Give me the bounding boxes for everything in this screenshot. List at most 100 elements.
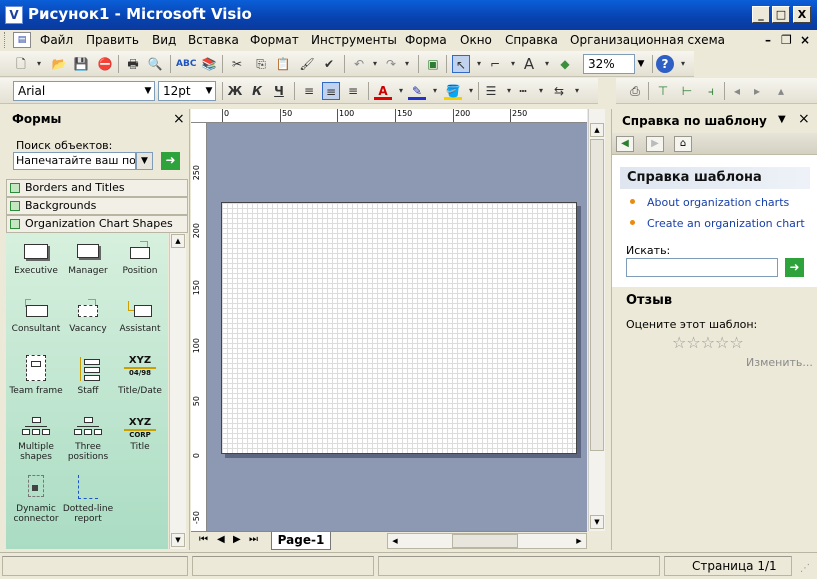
connector-tool-icon[interactable]: ⌐ <box>486 55 504 73</box>
zoom-select[interactable]: 32% <box>583 54 635 74</box>
menu-help[interactable]: Справка <box>505 33 558 47</box>
copy-icon[interactable]: ⎘ <box>252 55 270 73</box>
shapes-pane-close-icon[interactable]: × <box>173 111 185 127</box>
italic-button[interactable]: К <box>248 82 266 100</box>
maximize-button[interactable]: □ <box>772 6 790 23</box>
shape-dotted-line-report[interactable]: Dotted-line report <box>61 473 115 524</box>
menu-window[interactable]: Окно <box>460 33 492 47</box>
line-color-icon[interactable]: ✎ <box>408 82 426 100</box>
shape-executive[interactable]: Executive <box>9 241 63 276</box>
change-rating-link[interactable]: Изменить... <box>746 356 813 369</box>
vertical-layout-icon[interactable]: ⊢ <box>678 82 696 100</box>
spelling-icon[interactable]: ABC <box>176 55 196 73</box>
doc-restore-button[interactable]: ❐ <box>781 33 792 47</box>
shapes-scrollbar[interactable]: ▲ ▼ <box>169 233 186 549</box>
move-left-icon[interactable]: ◂ <box>728 82 746 100</box>
line-weight-icon[interactable]: ☰ <box>482 82 500 100</box>
menu-tools[interactable]: Инструменты <box>311 33 397 47</box>
shape-three-positions[interactable]: Three positions <box>61 417 115 462</box>
horizontal-layout-icon[interactable]: ⊤ <box>654 82 672 100</box>
shapes-window-icon[interactable]: ▣ <box>424 55 442 73</box>
forward-icon[interactable]: ▶ <box>646 136 664 152</box>
menu-format[interactable]: Формат <box>250 33 299 47</box>
shape-assistant[interactable]: Assistant <box>113 299 167 334</box>
cut-icon[interactable]: ✂ <box>228 55 246 73</box>
search-shapes-input[interactable]: Напечатайте ваш поиск <box>13 152 136 170</box>
stencil-backgrounds[interactable]: Backgrounds <box>6 197 188 215</box>
next-page-icon[interactable]: ▶ <box>233 534 241 545</box>
permission-icon[interactable]: ⛔ <box>96 55 114 73</box>
line-pattern-icon[interactable]: ┅ <box>514 82 532 100</box>
doc-minimize-button[interactable]: – <box>765 33 771 47</box>
doc-close-button[interactable]: × <box>800 33 810 47</box>
star-icon[interactable]: ☆ <box>701 333 715 352</box>
first-page-icon[interactable]: ⏮ <box>199 534 208 545</box>
fill-color-icon[interactable]: 🪣 <box>444 82 462 100</box>
bold-button[interactable]: Ж <box>226 82 244 100</box>
drawing-page[interactable] <box>221 202 577 454</box>
move-right-icon[interactable]: ▸ <box>748 82 766 100</box>
stencil-borders-and-titles[interactable]: Borders and Titles <box>6 179 188 197</box>
shape-title[interactable]: XYZ CORP Title <box>113 417 167 452</box>
print-preview-icon[interactable]: 🔍 <box>146 55 164 73</box>
print-icon[interactable]: 🖶 <box>124 55 142 73</box>
shape-team-frame[interactable]: Team frame <box>9 355 63 396</box>
resize-grip-icon[interactable]: ⋰ <box>800 563 812 575</box>
back-icon[interactable]: ◀ <box>616 136 634 152</box>
format-painter-icon[interactable]: 🖌 <box>298 55 316 73</box>
prev-page-icon[interactable]: ◀ <box>217 534 225 545</box>
scroll-down-icon[interactable]: ▼ <box>171 533 185 547</box>
link-about-org-charts[interactable]: About organization charts <box>647 196 789 209</box>
open-folder-icon[interactable]: 📂 <box>50 55 68 73</box>
shape-vacancy[interactable]: Vacancy <box>61 299 115 334</box>
menu-shape[interactable]: Форма <box>405 33 447 47</box>
shape-tool-icon[interactable]: ◆ <box>556 55 574 73</box>
shape-multiple-shapes[interactable]: Multiple shapes <box>9 417 63 462</box>
shape-staff[interactable]: Staff <box>61 355 115 396</box>
research-icon[interactable]: 📚 <box>200 55 218 73</box>
save-icon[interactable]: 💾 <box>72 55 90 73</box>
drawing-horizontal-scrollbar[interactable]: ◀ ▶ <box>387 533 587 549</box>
star-icon[interactable]: ☆ <box>715 333 729 352</box>
scroll-left-icon[interactable]: ◀ <box>388 534 402 548</box>
drawing-vertical-scrollbar[interactable]: ▲ ▼ <box>588 109 605 531</box>
star-icon[interactable]: ☆ <box>672 333 686 352</box>
font-color-icon[interactable]: A <box>374 82 392 100</box>
line-ends-icon[interactable]: ⇆ <box>550 82 568 100</box>
scroll-thumb[interactable] <box>452 534 518 548</box>
shape-title-date[interactable]: XYZ 04/98 Title/Date <box>113 355 167 396</box>
search-go-icon[interactable]: ➜ <box>161 152 180 170</box>
last-page-icon[interactable]: ⏭ <box>249 534 258 545</box>
rating-stars[interactable]: ☆☆☆☆☆ <box>672 335 744 351</box>
home-icon[interactable]: ⌂ <box>674 136 692 152</box>
link-create-org-chart[interactable]: Create an organization chart <box>647 217 805 230</box>
paste-icon[interactable]: 📋 <box>274 55 292 73</box>
menu-insert[interactable]: Вставка <box>188 33 239 47</box>
minimize-button[interactable]: _ <box>752 6 770 23</box>
star-icon[interactable]: ☆ <box>686 333 700 352</box>
scroll-right-icon[interactable]: ▶ <box>572 534 586 548</box>
scroll-down-icon[interactable]: ▼ <box>590 515 604 529</box>
task-search-input[interactable] <box>626 258 778 277</box>
move-up-icon[interactable]: ▴ <box>772 82 790 100</box>
close-button[interactable]: X <box>793 6 811 23</box>
help-icon[interactable]: ? <box>656 55 674 73</box>
scroll-up-icon[interactable]: ▲ <box>171 234 185 248</box>
text-tool-icon[interactable]: A <box>520 55 538 73</box>
search-dropdown-icon[interactable]: ▼ <box>136 152 153 170</box>
shape-consultant[interactable]: Consultant <box>9 299 63 334</box>
align-center-icon[interactable]: ≡ <box>322 82 340 100</box>
org-chart-wizard-icon[interactable]: ⎙ <box>626 82 644 100</box>
shape-dynamic-connector[interactable]: Dynamic connector <box>9 473 63 524</box>
shape-position[interactable]: Position <box>113 241 167 276</box>
align-left-icon[interactable]: ≡ <box>300 82 318 100</box>
menu-edit[interactable]: Править <box>86 33 139 47</box>
pointer-tool-icon[interactable]: ↖ <box>452 55 470 73</box>
scroll-up-icon[interactable]: ▲ <box>590 123 604 137</box>
document-icon[interactable]: ▤ <box>13 32 31 48</box>
underline-button[interactable]: Ч <box>270 82 288 100</box>
check-icon[interactable]: ✔ <box>320 55 338 73</box>
shape-manager[interactable]: Manager <box>61 241 115 276</box>
scroll-thumb[interactable] <box>590 139 604 451</box>
task-pane-menu-icon[interactable]: ▼ <box>778 114 786 125</box>
